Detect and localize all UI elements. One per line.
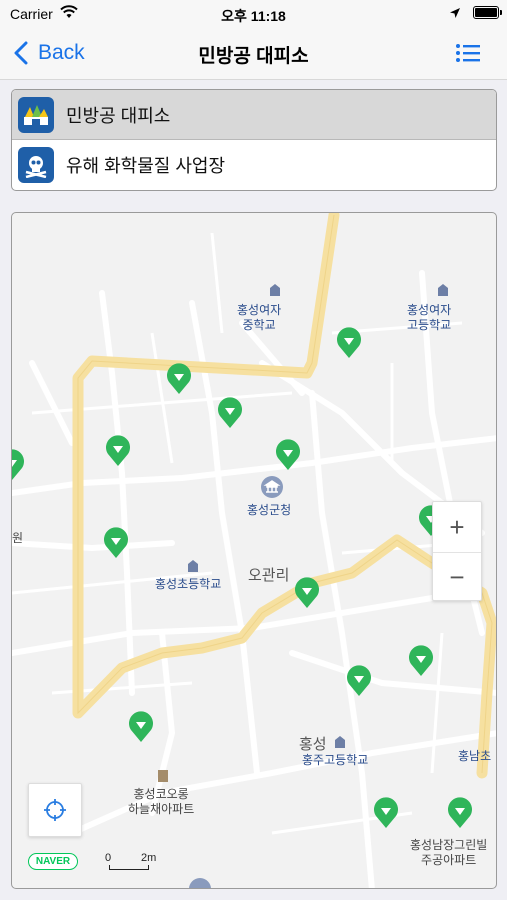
- battery-icon: [473, 6, 502, 19]
- shelter-marker[interactable]: [166, 363, 192, 395]
- poi-school-icon: [335, 736, 345, 748]
- shelter-marker[interactable]: [346, 665, 372, 697]
- label-elementary-school: 홍성초등학교: [155, 577, 222, 591]
- poi-school-icon: [438, 284, 448, 296]
- label-namjang-apartment: 홍성남장그린빌 주공아파트: [410, 838, 488, 867]
- zoom-control: + −: [432, 501, 482, 601]
- status-bar: Carrier 오후 11:18: [0, 0, 507, 28]
- label-girls-middle-school: 홍성여자 중학교: [237, 303, 282, 332]
- label-kolon-apartment: 홍성코오롱 하늘채아파트: [128, 787, 195, 816]
- shelter-marker[interactable]: [103, 527, 129, 559]
- shelter-marker[interactable]: [294, 577, 320, 609]
- shelter-marker[interactable]: [373, 797, 399, 829]
- scale-bar: [109, 865, 149, 870]
- zoom-in-button[interactable]: +: [433, 502, 481, 552]
- back-label: Back: [38, 41, 85, 64]
- shelter-marker[interactable]: [408, 645, 434, 677]
- chevron-left-icon: [14, 41, 28, 65]
- clock: 오후 11:18: [221, 8, 286, 24]
- category-label: 민방공 대피소: [66, 105, 171, 126]
- label-ogwan-ri: 오관리: [248, 567, 290, 584]
- shelter-marker[interactable]: [447, 797, 473, 829]
- label-girls-high-school: 홍성여자 고등학교: [407, 303, 452, 332]
- naver-logo: NAVER: [28, 853, 78, 870]
- shelter-icon: [18, 96, 54, 133]
- shelter-marker[interactable]: [217, 397, 243, 429]
- back-button[interactable]: Back: [14, 38, 85, 68]
- poi-school-icon: [270, 284, 280, 296]
- label-hongseong: 홍성: [299, 736, 327, 753]
- poi-government-icon: [189, 878, 211, 888]
- label-county-office: 홍성군청: [247, 503, 292, 517]
- scale-value-label: 2m: [141, 852, 157, 864]
- shelter-marker[interactable]: [105, 435, 131, 467]
- poi-school-icon: [188, 560, 198, 572]
- category-label: 유해 화학물질 사업장: [66, 156, 226, 176]
- crosshair-icon: [44, 799, 66, 821]
- scale-zero-label: 0: [105, 852, 112, 864]
- list-menu-icon[interactable]: [455, 42, 481, 64]
- label-hongju-high-school: 홍주고등학교: [302, 753, 369, 767]
- shelter-marker[interactable]: [275, 439, 301, 471]
- current-location-button[interactable]: [28, 783, 82, 837]
- category-list: 민방공 대피소 유해 화학물질 사업장: [11, 89, 497, 191]
- poi-apartment-icon: [158, 770, 168, 782]
- category-shelter[interactable]: 민방공 대피소: [12, 90, 496, 140]
- shelter-marker[interactable]: [336, 327, 362, 359]
- label-won: 원: [12, 531, 24, 545]
- category-chemical[interactable]: 유해 화학물질 사업장: [12, 140, 496, 190]
- shelter-marker[interactable]: [128, 711, 154, 743]
- shelter-marker[interactable]: [11, 449, 25, 481]
- location-arrow-icon: [449, 6, 461, 22]
- skull-icon: [18, 147, 54, 183]
- map-view[interactable]: 홍성여자 중학교 홍성여자 고등학교 홍성군청 홍성초등학교 오관리 원 홍성 …: [11, 212, 497, 889]
- zoom-out-button[interactable]: −: [433, 552, 481, 602]
- label-hongnam-elementary: 홍남초: [458, 749, 492, 763]
- government-building-icon: [261, 476, 283, 498]
- navigation-bar: Back 민방공 대피소: [0, 28, 507, 80]
